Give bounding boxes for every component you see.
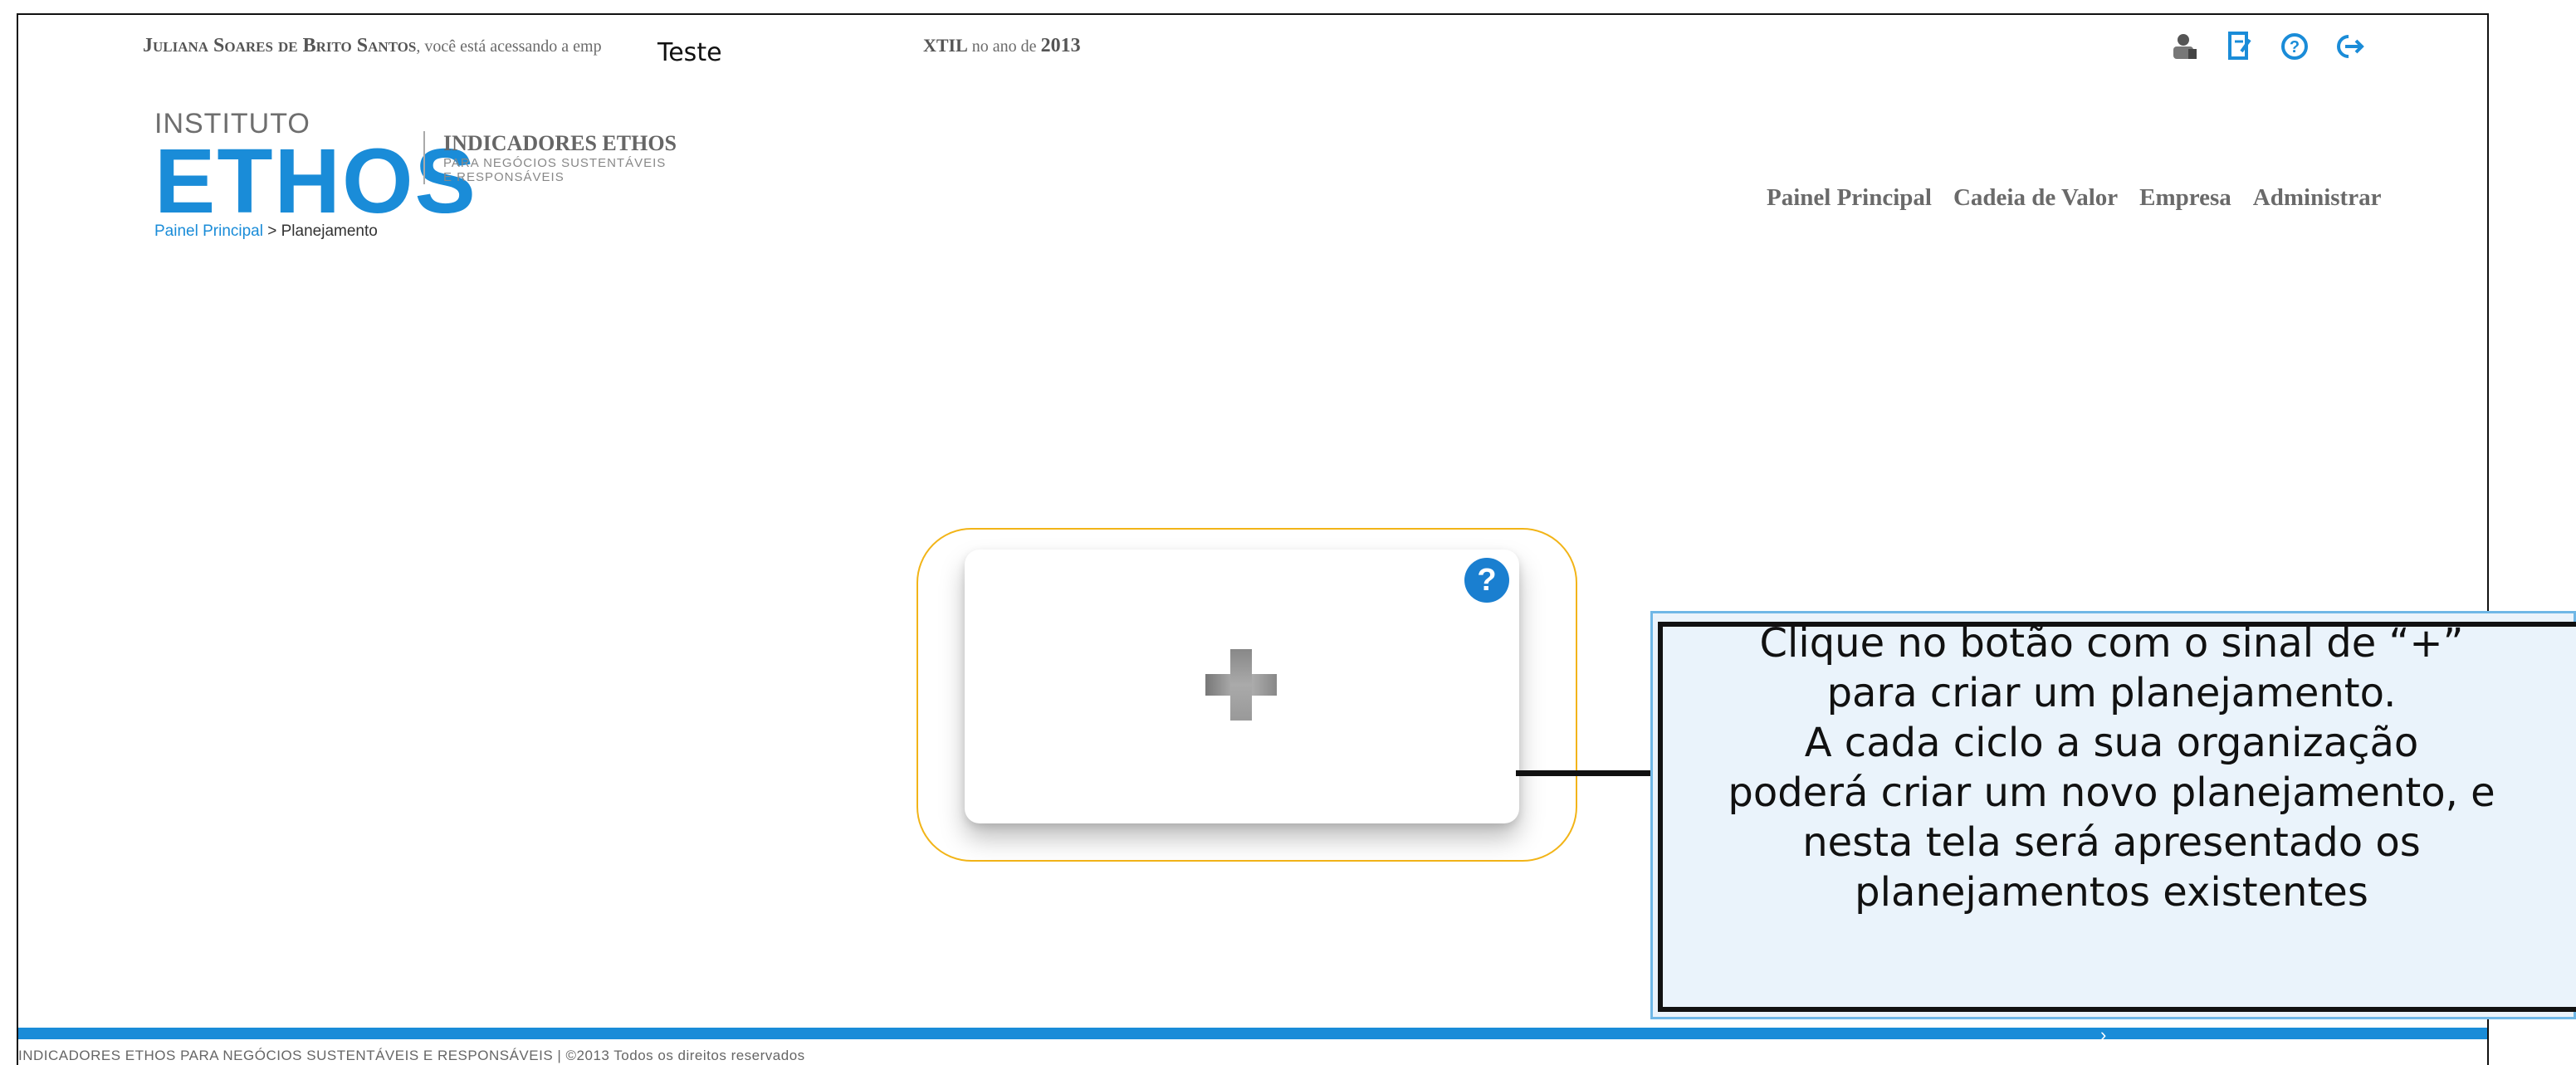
user-name: Juliana Soares de Brito Santos bbox=[143, 35, 417, 56]
logo-title: INDICADORES ETHOS bbox=[443, 131, 677, 155]
instruction-callout: Clique no botão com o sinal de “+” para … bbox=[1650, 611, 2576, 1019]
logo-subtitle-2: E RESPONSÁVEIS bbox=[443, 170, 565, 184]
top-icons: ? bbox=[2168, 30, 2366, 63]
breadcrumb-root-link[interactable]: Painel Principal bbox=[154, 222, 263, 240]
footer-chevron-icon: › bbox=[2100, 1024, 2107, 1045]
nav-empresa[interactable]: Empresa bbox=[2139, 184, 2231, 212]
nav-administrar[interactable]: Administrar bbox=[2253, 184, 2382, 212]
callout-line: A cada ciclo a sua organização bbox=[1804, 720, 2419, 766]
logout-icon[interactable] bbox=[2333, 30, 2366, 63]
breadcrumb-current: Planejamento bbox=[281, 222, 378, 240]
help-circle-icon[interactable]: ? bbox=[2278, 30, 2311, 63]
logo-subtitle-1: PARA NEGÓCIOS SUSTENTÁVEIS bbox=[443, 156, 667, 170]
main-nav: Painel Principal Cadeia de Valor Empresa… bbox=[1767, 184, 2381, 212]
callout-line: planejamentos existentes bbox=[1855, 869, 2368, 916]
user-info-bar: Juliana Soares de Brito Santos, você est… bbox=[143, 28, 1081, 67]
card-help-icon[interactable]: ? bbox=[1464, 558, 1509, 603]
year-value: 2013 bbox=[1040, 35, 1081, 56]
add-planning-card[interactable]: ? bbox=[965, 550, 1519, 823]
callout-line: poderá criar um novo planejamento, e bbox=[1728, 769, 2495, 816]
callout-text: Clique no botão com o sinal de “+” para … bbox=[1645, 618, 2576, 917]
nav-painel-principal[interactable]: Painel Principal bbox=[1767, 184, 1932, 212]
callout-line: nesta tela será apresentado os bbox=[1802, 819, 2421, 866]
plus-icon[interactable] bbox=[1205, 649, 1277, 721]
company-year: XTIL no ano de 2013 bbox=[923, 35, 1081, 57]
overlay-label: Teste bbox=[657, 38, 722, 67]
report-icon[interactable] bbox=[2223, 30, 2256, 63]
svg-text:?: ? bbox=[2290, 38, 2300, 56]
nav-cadeia-de-valor[interactable]: Cadeia de Valor bbox=[1953, 184, 2118, 212]
logo-tagline: INDICADORES ETHOS PARA NEGÓCIOS SUSTENTÁ… bbox=[423, 131, 677, 184]
callout-line: Clique no botão com o sinal de “+” bbox=[1759, 620, 2464, 667]
breadcrumb: Painel Principal > Planejamento bbox=[154, 222, 378, 241]
year-text: no ano de bbox=[967, 37, 1041, 56]
footer-text: INDICADORES ETHOS PARA NEGÓCIOS SUSTENTÁ… bbox=[18, 1048, 805, 1063]
callout-connector bbox=[1516, 770, 1652, 776]
breadcrumb-separator: > bbox=[262, 222, 281, 240]
user-icon[interactable] bbox=[2168, 30, 2202, 63]
access-text: , você está acessando a emp bbox=[416, 37, 602, 56]
company-fragment: XTIL bbox=[923, 35, 968, 56]
callout-line: para criar um planejamento. bbox=[1826, 670, 2397, 716]
